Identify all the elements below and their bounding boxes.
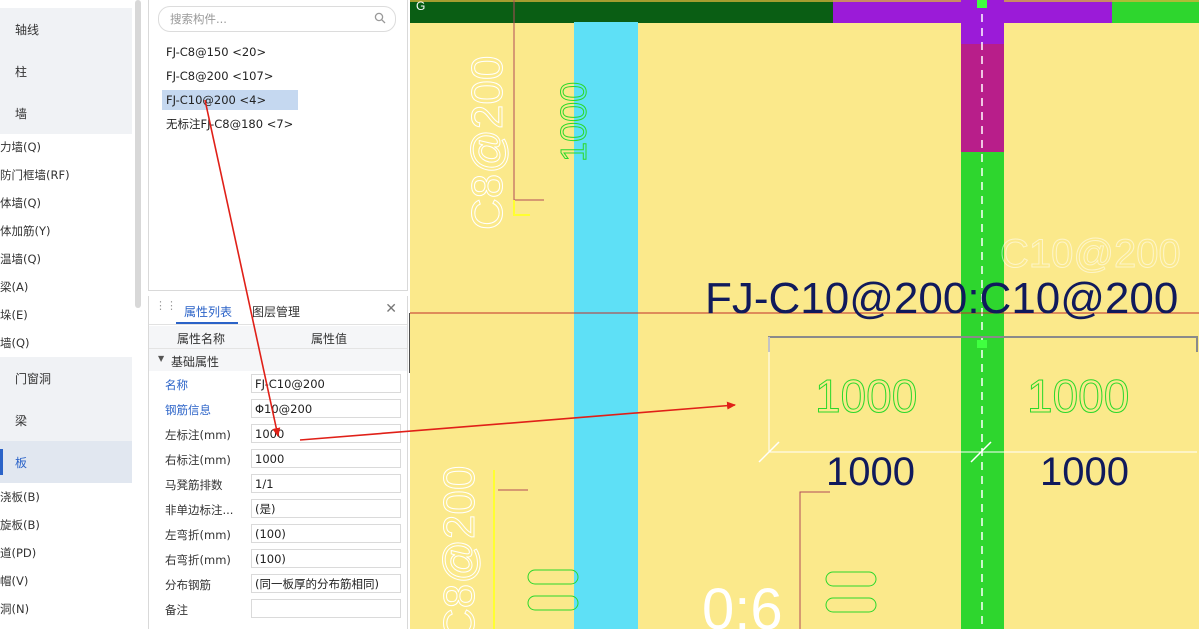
wall-purple	[833, 0, 961, 23]
nav-item-wall[interactable]: 墙(Q)	[0, 335, 30, 355]
nav-category-label: 梁	[15, 414, 28, 428]
lower-rebar-text: C8@200	[435, 466, 484, 629]
property-name: 非单边标注...	[165, 503, 234, 517]
selection-indicator	[0, 449, 3, 475]
property-panel: ⋮⋮ 属性列表 图层管理 ✕ 属性名称 属性值 ▼ 基础属性 名称 FJ-C10@…	[148, 296, 408, 629]
nav-category-label: 板	[15, 456, 28, 470]
property-row: 左弯折(mm) (100)	[149, 522, 407, 547]
nav-category-axis[interactable]: 轴线	[0, 8, 132, 50]
property-tabs: ⋮⋮ 属性列表 图层管理 ✕	[149, 296, 407, 325]
wall-purple	[1004, 0, 1112, 23]
property-group-basic[interactable]: ▼ 基础属性	[149, 349, 407, 371]
nav-category-slab[interactable]: 板	[0, 441, 132, 483]
search-input[interactable]: 搜索构件...	[158, 6, 396, 32]
property-value-field[interactable]: 1000	[251, 424, 401, 443]
component-item-selected[interactable]: FJ-C10@200 <4>	[162, 90, 298, 110]
drag-handle-icon[interactable]: ⋮⋮	[155, 300, 177, 318]
upper-rebar-dim: 1000	[553, 82, 594, 162]
wall-green	[1112, 0, 1199, 23]
nav-scrollbar[interactable]	[135, 0, 141, 308]
search-icon[interactable]	[374, 12, 386, 24]
property-name: 备注	[165, 603, 188, 617]
canvas-drawing: G C8@200 1000 C8@200 C10@200 FJ-C10@200:…	[410, 0, 1199, 629]
property-name: 分布钢筋	[165, 578, 211, 592]
wall-green-vertical	[961, 152, 1004, 629]
close-icon[interactable]: ✕	[385, 301, 397, 317]
tab-property-list[interactable]: 属性列表	[184, 303, 232, 320]
property-table-header: 属性名称 属性值	[149, 326, 407, 349]
property-value-field[interactable]: FJ-C10@200	[251, 374, 401, 393]
component-item[interactable]: FJ-C8@200 <107>	[162, 66, 277, 86]
column-header-name: 属性名称	[177, 332, 226, 346]
wall-dark-green	[410, 0, 833, 23]
property-group-label: 基础属性	[171, 355, 220, 369]
property-row: 马凳筋排数 1/1	[149, 472, 407, 497]
nav-item-column-cap[interactable]: 帽(V)	[0, 573, 28, 593]
property-name: 马凳筋排数	[165, 478, 223, 492]
property-row: 名称 FJ-C10@200	[149, 372, 407, 397]
nav-item-insulation-wall[interactable]: 温墙(Q)	[0, 251, 41, 271]
property-value-field[interactable]: (同一板厚的分布筋相同)	[251, 574, 401, 593]
component-list-panel: 搜索构件... FJ-C8@150 <20> FJ-C8@200 <107> F…	[148, 0, 408, 291]
component-item[interactable]: FJ-C8@150 <20>	[162, 42, 270, 62]
property-name: 左标注(mm)	[165, 428, 231, 442]
property-row: 右标注(mm) 1000	[149, 447, 407, 472]
nav-item-shear-wall[interactable]: 力墙(Q)	[0, 139, 41, 159]
search-placeholder: 搜索构件...	[170, 12, 227, 26]
nav-category-label: 门窗洞	[15, 372, 52, 386]
active-tab-underline	[176, 322, 238, 324]
left-dimension-label: 1000	[826, 450, 915, 494]
main-annotation: FJ-C10@200:C10@200	[705, 274, 1178, 323]
nav-category-label: 墙	[15, 107, 28, 121]
nav-item-cast-slab[interactable]: 浇板(B)	[0, 489, 40, 509]
nav-category-wall[interactable]: 墙	[0, 92, 132, 134]
component-item[interactable]: 无标注FJ-C8@180 <7>	[162, 114, 297, 134]
property-name: 名称	[165, 378, 188, 392]
left-dim-green: 1000	[815, 370, 917, 422]
nav-category-label: 轴线	[15, 23, 40, 37]
nav-item-door-frame-wall[interactable]: 防门框墙(RF)	[0, 167, 70, 187]
nav-item-spiral-slab[interactable]: 旋板(B)	[0, 517, 40, 537]
property-value-field[interactable]: 1000	[251, 449, 401, 468]
grid-label: G	[416, 0, 425, 13]
nav-category-label: 柱	[15, 65, 28, 79]
property-value-field[interactable]: (100)	[251, 524, 401, 543]
nav-item-wall-beam[interactable]: 梁(A)	[0, 279, 28, 299]
component-tree: 轴线 柱 墙 力墙(Q) 防门框墙(RF) 体墙(Q) 体加筋(Y) 温墙(Q)…	[0, 0, 145, 629]
nav-category-column[interactable]: 柱	[0, 50, 132, 92]
property-row: 备注	[149, 597, 407, 622]
property-name: 右弯折(mm)	[165, 553, 231, 567]
property-value-field[interactable]: 1/1	[251, 474, 401, 493]
property-row: 左标注(mm) 1000	[149, 422, 407, 447]
right-dimension-label: 1000	[1040, 450, 1129, 494]
property-value-field[interactable]: Φ10@200	[251, 399, 401, 418]
property-row: 右弯折(mm) (100)	[149, 547, 407, 572]
nav-item-slab-hole[interactable]: 洞(N)	[0, 601, 29, 621]
property-value-field[interactable]	[251, 599, 401, 618]
right-dim-green: 1000	[1027, 370, 1129, 422]
nav-category-door-window[interactable]: 门窗洞	[0, 357, 132, 399]
column-header-value: 属性值	[311, 332, 348, 346]
nav-item-ramp[interactable]: 道(PD)	[0, 545, 36, 565]
property-row: 非单边标注... (是)	[149, 497, 407, 522]
property-value-field[interactable]: (100)	[251, 549, 401, 568]
property-value-field[interactable]: (是)	[251, 499, 401, 518]
nav-category-beam[interactable]: 梁	[0, 399, 132, 441]
property-name: 钢筋信息	[165, 403, 211, 417]
drawing-canvas[interactable]: G C8@200 1000 C8@200 C10@200 FJ-C10@200:…	[410, 0, 1199, 629]
upper-right-ghost-text: C10@200	[1000, 232, 1181, 276]
nav-item-masonry-rebar[interactable]: 体加筋(Y)	[0, 223, 51, 243]
property-name: 右标注(mm)	[165, 453, 231, 467]
upper-rebar-text: C8@200	[463, 56, 512, 230]
property-name: 左弯折(mm)	[165, 528, 231, 542]
nav-item-pilaster[interactable]: 垛(E)	[0, 307, 28, 327]
property-row: 钢筋信息 Φ10@200	[149, 397, 407, 422]
collapse-arrow-icon[interactable]: ▼	[158, 354, 164, 363]
property-row: 分布钢筋 (同一板厚的分布筋相同)	[149, 572, 407, 597]
nav-item-masonry-wall[interactable]: 体墙(Q)	[0, 195, 41, 215]
bottom-text: 0:6	[702, 577, 783, 629]
tab-layer-management[interactable]: 图层管理	[252, 303, 300, 320]
